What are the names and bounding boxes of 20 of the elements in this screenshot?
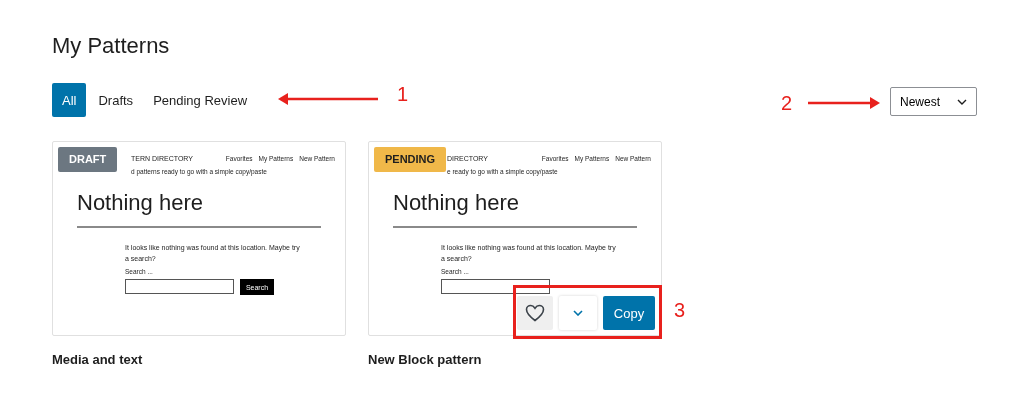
annotation-number: 1 [397,82,409,106]
filter-tab[interactable]: All [52,83,87,117]
favorite-button[interactable] [517,296,553,330]
heart-icon [525,304,545,322]
copy-button[interactable]: Copy [603,296,655,330]
annotation-number: 3 [674,298,686,322]
status-badge: DRAFT [58,147,118,172]
pattern-preview-card[interactable] [52,141,346,336]
chevron-down-icon [957,98,967,105]
filter-tab[interactable]: Drafts [90,83,142,117]
status-badge: PENDING [374,147,447,172]
sort-dropdown[interactable]: Newest [890,87,977,116]
annotation-number: 2 [781,91,793,115]
preview-heading: Nothing here [393,190,520,216]
preview-heading: Nothing here [77,190,204,216]
filter-tab[interactable]: Pending Review [145,83,256,117]
pattern-title: New Block pattern [368,352,483,367]
chevron-down-icon [573,310,583,316]
pattern-title: Media and text [52,352,144,367]
page-title: My Patterns [52,33,171,59]
